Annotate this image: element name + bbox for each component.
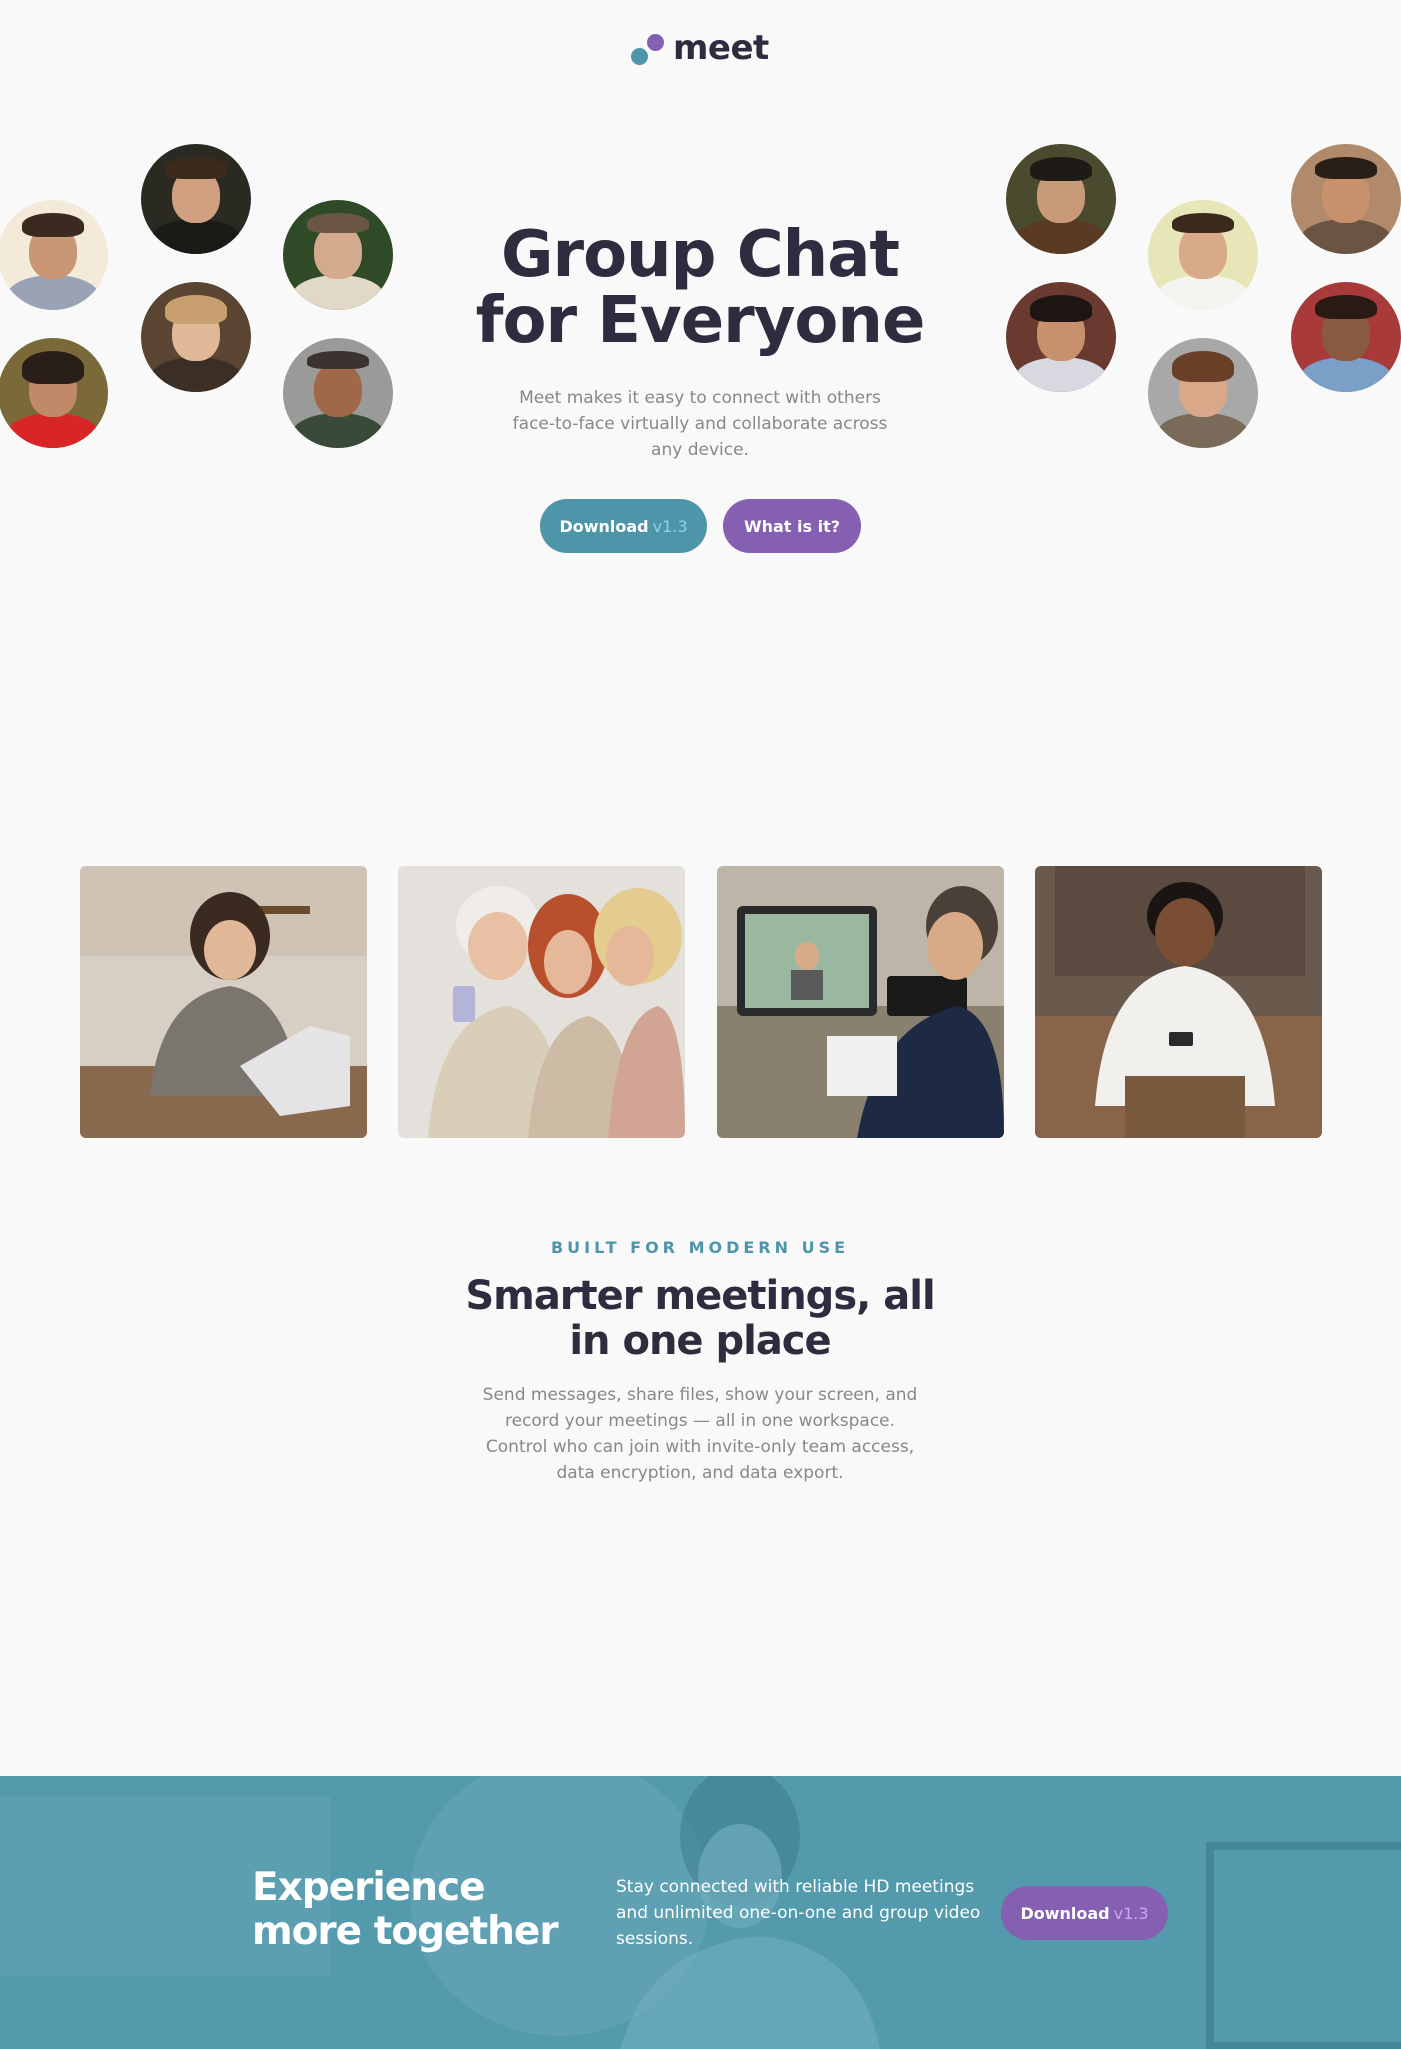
cta-title-line1: Experience	[252, 1865, 486, 1910]
download-label: Download	[559, 516, 649, 536]
logo-text: meet	[673, 28, 769, 68]
features-title-line1: Smarter meetings, all	[465, 1273, 935, 1319]
avatar	[283, 338, 393, 448]
what-is-it-label: What is it?	[743, 516, 841, 536]
photo-man-phone	[1035, 866, 1322, 1138]
avatar	[0, 338, 108, 448]
cta-title: Experience more together	[252, 1866, 572, 1954]
features-title: Smarter meetings, all in one place	[440, 1274, 960, 1364]
download-version: v1.3	[652, 516, 688, 536]
features-description: Send messages, share files, show your sc…	[482, 1385, 918, 1483]
hero-title: Group Chat for Everyone	[400, 222, 1000, 354]
cta-download-version: v1.3	[1113, 1903, 1149, 1923]
cta-download-label: Download	[1020, 1903, 1110, 1923]
hero-title-line1: Group Chat	[500, 218, 900, 292]
avatar	[1148, 200, 1258, 310]
photo-woman-laptop	[80, 866, 367, 1138]
logo[interactable]: meet	[629, 28, 769, 68]
download-button[interactable]: Download v1.3	[540, 499, 707, 553]
cta-download-button[interactable]: Download v1.3	[1001, 1886, 1168, 1940]
avatar	[1291, 144, 1401, 254]
avatar	[141, 282, 251, 392]
avatar	[1006, 282, 1116, 392]
hero-title-line2: for Everyone	[475, 284, 926, 358]
what-is-it-button[interactable]: What is it?	[723, 499, 861, 553]
cta-description: Stay connected with reliable HD meetings…	[616, 1877, 981, 1949]
avatar	[1006, 144, 1116, 254]
cta-section: Experience more together Stay connected …	[0, 1776, 1401, 2049]
avatar	[1148, 338, 1258, 448]
logo-mark-icon	[629, 30, 665, 66]
cta-title-line2: more together	[252, 1909, 559, 1954]
avatar	[141, 144, 251, 254]
avatar	[1291, 282, 1401, 392]
features-title-line2: in one place	[569, 1318, 831, 1364]
photo-women-phone	[398, 866, 685, 1138]
photo-video-call	[717, 866, 1004, 1138]
features-eyebrow: BUILT FOR MODERN USE	[550, 1238, 850, 1257]
avatar	[0, 200, 108, 310]
avatar	[283, 200, 393, 310]
hero-description: Meet makes it easy to connect with other…	[512, 388, 888, 460]
